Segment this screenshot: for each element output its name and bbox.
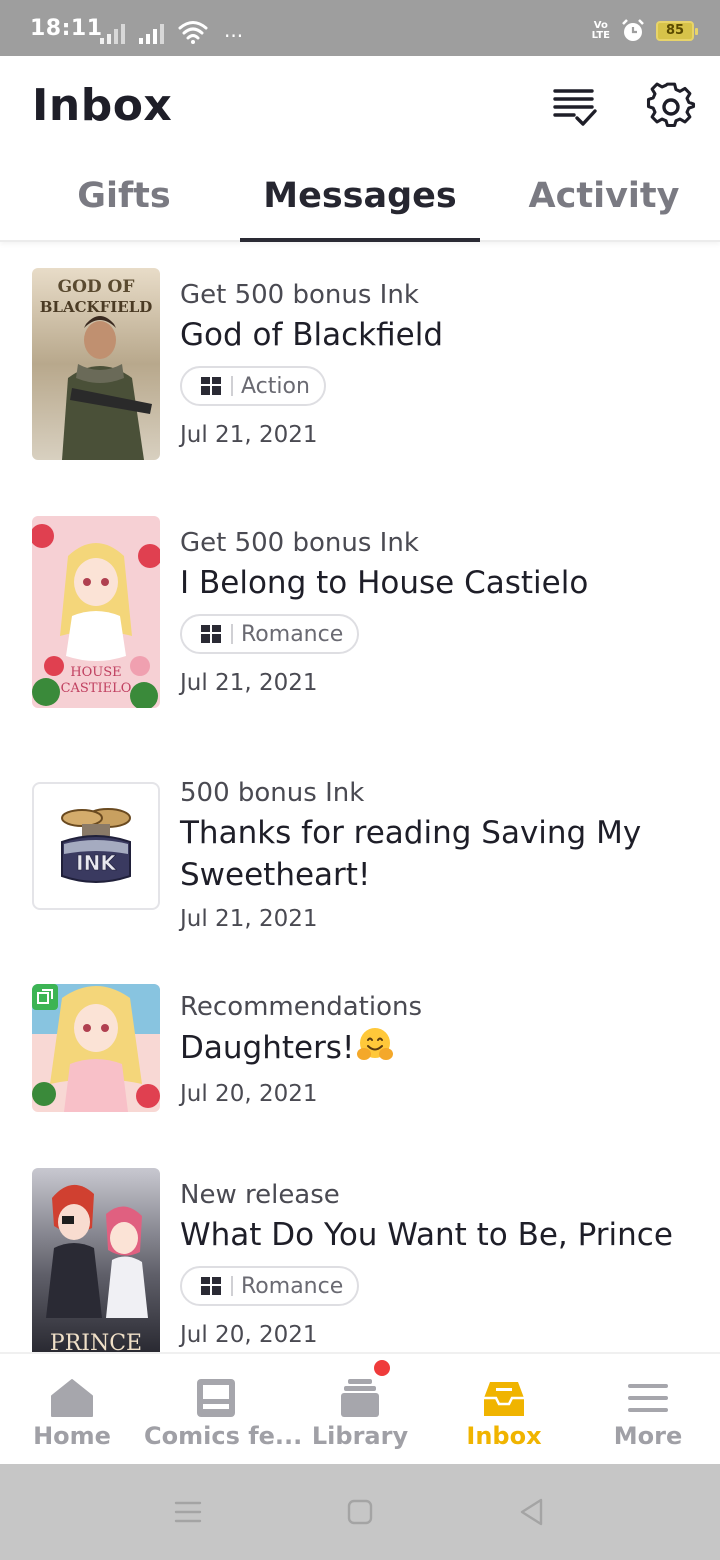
tab-gifts[interactable]: Gifts [4, 156, 244, 240]
bottom-navigation: Home Comics fe... Library Inbox More [0, 1352, 720, 1464]
message-text: New release What Do You Want to Be, Prin… [180, 1178, 700, 1350]
more-notifications-icon: ··· [224, 24, 244, 48]
genre-label: Action [241, 373, 310, 399]
back-button-icon[interactable] [514, 1494, 550, 1530]
page-title: Inbox [32, 80, 173, 131]
tab-activity[interactable]: Activity [484, 156, 720, 240]
message-date: Jul 21, 2021 [180, 422, 318, 448]
status-time: 18:11 [30, 16, 103, 41]
mark-all-read-icon[interactable] [550, 82, 600, 132]
message-title: Daughters! [180, 1026, 700, 1069]
ink-bottle-icon: INK [61, 808, 131, 883]
alarm-icon [622, 19, 644, 41]
system-navigation-bar [0, 1464, 720, 1560]
message-text: Get 500 bonus Ink I Belong to House Cast… [180, 526, 700, 698]
signal-1-icon [100, 22, 125, 44]
nav-comics-feed[interactable]: Comics fe... [144, 1354, 303, 1466]
library-badge-dot [374, 1360, 390, 1376]
tag-divider [231, 624, 233, 644]
list-item[interactable]: Recommendations Daughters! Jul 20, 2021 [0, 984, 720, 1124]
message-date: Jul 21, 2021 [180, 670, 318, 696]
genre-tag[interactable]: Romance [180, 614, 360, 654]
nav-label: Home [33, 1422, 111, 1450]
inbox-tabs: Gifts Messages Activity [0, 156, 720, 242]
status-left-icons: ··· [100, 20, 244, 48]
home-icon [51, 1379, 93, 1417]
message-type: Get 500 bonus Ink [180, 280, 419, 310]
cover-title-text: GOD OF [58, 277, 135, 297]
genre-label: Romance [241, 621, 344, 647]
comics-feed-icon [197, 1379, 235, 1417]
app-header: Inbox [0, 56, 720, 156]
menu-icon [628, 1384, 668, 1412]
settings-gear-icon[interactable] [646, 82, 696, 132]
ink-thumbnail: INK [32, 782, 160, 910]
cover-title-text: PRINCE [50, 1331, 142, 1352]
cover-thumbnail: PRINCE [32, 1168, 160, 1352]
message-title: I Belong to House Castielo [180, 565, 589, 601]
genre-grid-icon [201, 1277, 221, 1295]
message-text: Recommendations Daughters! Jul 20, 2021 [180, 990, 700, 1109]
volte-icon: Vo LTE [592, 21, 610, 41]
nav-label: Inbox [466, 1422, 542, 1450]
list-item[interactable]: INK 500 bonus Ink Thanks for reading Sav… [0, 778, 720, 942]
message-date: Jul 21, 2021 [180, 906, 318, 932]
message-date: Jul 20, 2021 [180, 1322, 318, 1348]
tag-divider [231, 376, 233, 396]
genre-label: Romance [241, 1273, 344, 1299]
message-title: Thanks for reading Saving My Sweetheart! [180, 815, 642, 893]
nav-inbox[interactable]: Inbox [432, 1354, 576, 1466]
message-list: GOD OF BLACKFIELD Get 500 bonus Ink God … [0, 244, 720, 1352]
genre-tag[interactable]: Romance [180, 1266, 360, 1306]
status-right: Vo LTE 85 [592, 18, 698, 44]
inbox-icon [484, 1382, 524, 1416]
svg-text:BLACKFIELD: BLACKFIELD [40, 298, 153, 316]
message-text: 500 bonus Ink Thanks for reading Saving … [180, 776, 700, 934]
library-icon [341, 1379, 379, 1417]
genre-grid-icon [201, 377, 221, 395]
list-item[interactable]: HOUSE CASTIELO Get 500 bonus Ink I Belon… [0, 516, 720, 716]
list-item[interactable]: PRINCE New release What Do You Want to B… [0, 1168, 720, 1352]
signal-2-icon [139, 22, 164, 44]
home-button-icon[interactable] [342, 1494, 378, 1530]
cover-thumbnail [32, 984, 160, 1112]
cover-thumbnail: HOUSE CASTIELO [32, 516, 160, 708]
nav-home[interactable]: Home [0, 1354, 144, 1466]
nav-library[interactable]: Library [288, 1354, 432, 1466]
nav-label: Library [311, 1422, 409, 1450]
ink-label-text: INK [76, 851, 117, 875]
message-type: 500 bonus Ink [180, 778, 365, 808]
message-title-text: Daughters! [180, 1030, 355, 1066]
status-bar: 18:11 ··· Vo LTE 85 [0, 0, 720, 56]
nav-label: Comics fe... [144, 1422, 303, 1450]
list-item[interactable]: GOD OF BLACKFIELD Get 500 bonus Ink God … [0, 268, 720, 468]
nav-more[interactable]: More [576, 1354, 720, 1466]
message-type: Recommendations [180, 992, 423, 1022]
genre-tag[interactable]: Action [180, 366, 326, 406]
tab-messages[interactable]: Messages [240, 156, 480, 242]
recents-menu-icon[interactable] [170, 1494, 206, 1530]
message-title: What Do You Want to Be, Prince [180, 1217, 673, 1253]
message-date: Jul 20, 2021 [180, 1081, 318, 1107]
cover-title-text: HOUSE [70, 665, 121, 680]
svg-text:CASTIELO: CASTIELO [61, 681, 132, 696]
nav-label: More [613, 1422, 683, 1450]
wifi-icon [178, 21, 208, 44]
tag-divider [231, 1276, 233, 1296]
cover-thumbnail: GOD OF BLACKFIELD [32, 268, 160, 460]
genre-grid-icon [201, 625, 221, 643]
message-title: God of Blackfield [180, 317, 444, 353]
message-type: Get 500 bonus Ink [180, 528, 419, 558]
volte-line2: LTE [591, 30, 610, 41]
hugging-face-emoji-icon [357, 1028, 394, 1060]
battery-icon: 85 [656, 21, 698, 41]
message-text: Get 500 bonus Ink God of Blackfield Acti… [180, 278, 700, 450]
message-type: New release [180, 1180, 340, 1210]
